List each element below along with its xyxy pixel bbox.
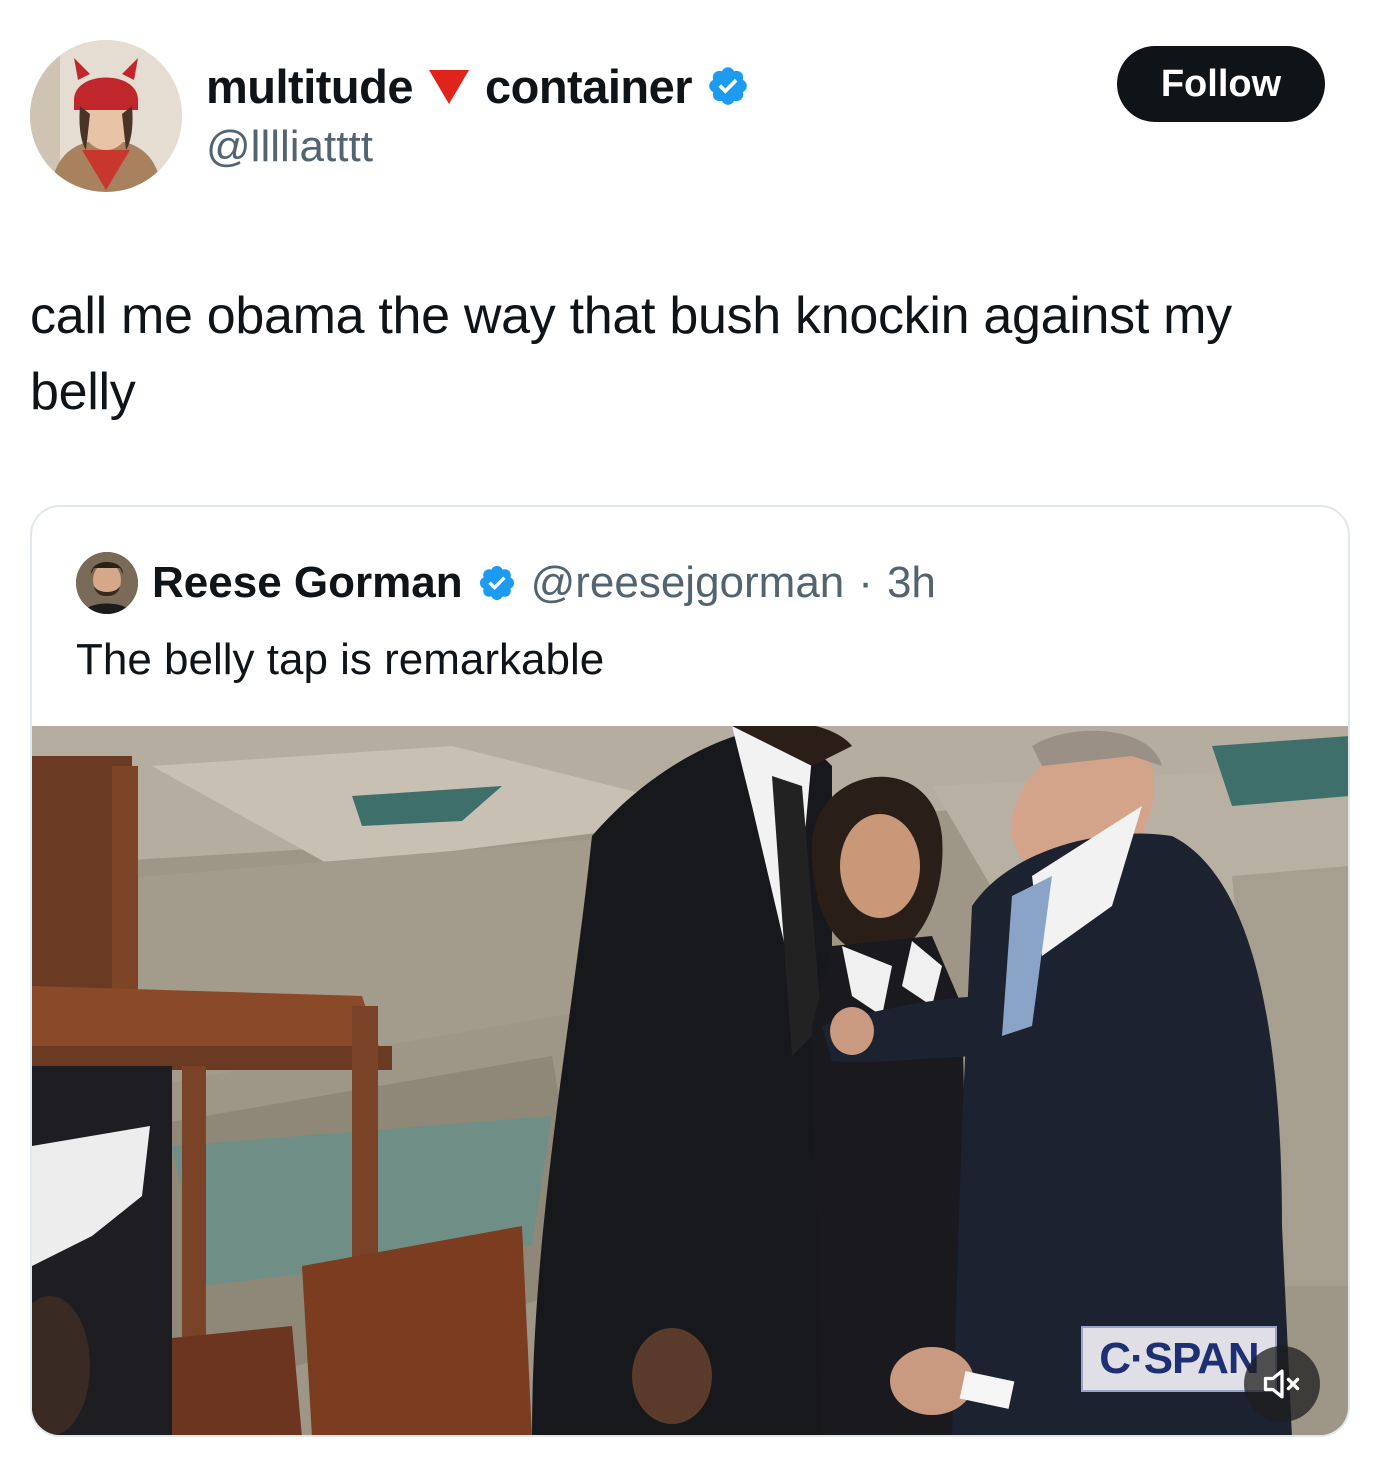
- quoted-author-avatar[interactable]: [76, 552, 138, 614]
- red-triangle-down-icon: [428, 70, 469, 104]
- author-name-first: multitude: [206, 59, 413, 113]
- author-handle[interactable]: @lllliatttt: [206, 122, 373, 172]
- quoted-verified-badge-icon: [479, 565, 514, 601]
- tweet-text: call me obama the way that bush knockin …: [30, 287, 1232, 421]
- quoted-tweet-card[interactable]: Reese Gorman @reesejgorman · 3h The bell…: [30, 505, 1350, 1437]
- quoted-header: Reese Gorman @reesejgorman · 3h: [76, 551, 936, 615]
- meta-separator: ·: [858, 558, 873, 607]
- quoted-video[interactable]: C·SPAN: [32, 726, 1348, 1435]
- author-name-second: container: [484, 59, 693, 113]
- quoted-author-name[interactable]: Reese Gorman: [152, 558, 463, 608]
- quoted-tweet-text: The belly tap is remarkable: [76, 635, 605, 684]
- mute-toggle-button[interactable]: [1244, 1346, 1320, 1422]
- author-avatar[interactable]: [30, 40, 182, 192]
- quoted-author-handle[interactable]: @reesejgorman: [531, 558, 845, 608]
- verified-badge-icon: [709, 67, 747, 105]
- quoted-timestamp[interactable]: 3h: [887, 558, 936, 608]
- speaker-muted-icon: [1263, 1369, 1300, 1399]
- follow-button[interactable]: Follow: [1117, 46, 1325, 122]
- author-name-row[interactable]: multitude container: [206, 54, 750, 118]
